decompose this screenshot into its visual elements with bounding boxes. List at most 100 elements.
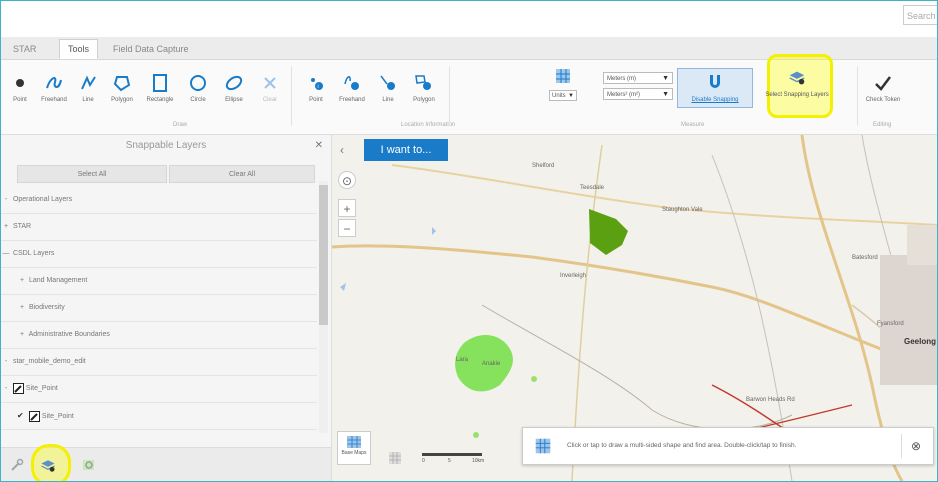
- units-label: Units: [552, 93, 566, 99]
- check-token-button[interactable]: Check Token: [863, 60, 903, 118]
- search-input[interactable]: Search: [903, 5, 937, 25]
- polygon-icon: [113, 76, 131, 92]
- layer-row[interactable]: - Site_Point: [1, 376, 317, 403]
- top-bar: Search: [1, 1, 937, 37]
- location-polygon-button[interactable]: Polygon: [407, 60, 441, 118]
- select-all-button[interactable]: Select All: [17, 165, 167, 183]
- draw-ellipse-button[interactable]: Ellipse: [217, 60, 251, 118]
- measure-units-button[interactable]: Units ▼: [545, 60, 581, 118]
- location-freehand-button[interactable]: Freehand: [335, 60, 369, 118]
- place-label: Fyansford: [877, 321, 904, 327]
- draw-clear-button[interactable]: Clear: [253, 60, 287, 118]
- checkbox-checked-icon[interactable]: ✔: [17, 403, 27, 429]
- ellipse-icon: [225, 75, 243, 91]
- location-line-button[interactable]: Line: [371, 60, 405, 118]
- toast-message: Click or tap to draw a multi-sided shape…: [567, 442, 797, 449]
- location-point-button[interactable]: i Point: [299, 60, 333, 118]
- check-token-label: Check Token: [865, 97, 901, 103]
- draw-circle-label: Circle: [190, 97, 206, 103]
- place-label: Shelford: [532, 163, 555, 169]
- location-line-label: Line: [382, 97, 394, 103]
- layer-label: STAR: [12, 223, 32, 230]
- i-want-to-button[interactable]: I want to...: [364, 139, 448, 161]
- place-label: Teesdale: [580, 185, 605, 191]
- draw-circle-button[interactable]: Circle: [181, 60, 215, 118]
- line-icon: [81, 75, 96, 90]
- location-polygon-label: Polygon: [413, 97, 435, 103]
- collapse-panel-chevron-icon[interactable]: ‹: [340, 143, 344, 157]
- layer-row[interactable]: ✔ Site_Point: [1, 403, 317, 430]
- draw-clear-label: Clear: [262, 97, 278, 103]
- layer-label: Operational Layers: [12, 196, 73, 203]
- clear-icon: [264, 77, 276, 89]
- close-icon[interactable]: ✕: [315, 140, 323, 151]
- layer-row[interactable]: + STAR: [1, 214, 317, 241]
- expand-icon: +: [19, 277, 25, 284]
- draw-point-button[interactable]: Point: [3, 60, 37, 118]
- layer-label: star_mobile_demo_edit: [12, 358, 86, 365]
- ribbon-toolbar: Point Freehand Line Polygon Rectangle Ci…: [1, 54, 937, 135]
- draw-rectangle-button[interactable]: Rectangle: [143, 60, 177, 118]
- close-circle-icon[interactable]: ⊗: [911, 428, 921, 464]
- disable-snapping-button[interactable]: Disable Snapping: [677, 68, 753, 108]
- clear-all-button[interactable]: Clear All: [169, 165, 315, 183]
- layer-row[interactable]: + Land Management: [1, 268, 317, 295]
- select-snapping-layers-button[interactable]: Select Snapping Layers: [761, 68, 833, 112]
- layer-label: CSDL Layers: [12, 250, 55, 257]
- chevron-down-icon: ▼: [568, 93, 574, 99]
- polygon-measure-icon: [535, 438, 551, 454]
- layer-row[interactable]: — CSDL Layers: [1, 241, 317, 268]
- layer-label: Land Management: [28, 277, 88, 284]
- layers-icon[interactable]: [39, 457, 57, 475]
- app-window: Search STAR Tools Field Data Capture Poi…: [0, 0, 938, 482]
- collapse-icon: —: [2, 250, 10, 257]
- location-polygon-icon: [415, 75, 431, 90]
- scale-label: 5: [448, 458, 451, 464]
- draw-freehand-button[interactable]: Freehand: [37, 60, 71, 118]
- layer-row[interactable]: - star_mobile_demo_edit: [1, 349, 317, 376]
- scale-label: 10km: [472, 458, 485, 464]
- length-unit-select[interactable]: Meters (m) ▼: [603, 72, 673, 84]
- place-label: Barwon Heads Rd: [746, 397, 795, 403]
- panel-title: Snappable Layers: [125, 140, 207, 151]
- edit-layer-icon: [12, 382, 24, 394]
- editing-group-label: Editing: [873, 122, 892, 128]
- layer-label: Site_Point: [25, 385, 58, 392]
- layer-row[interactable]: + Administrative Boundaries: [1, 322, 317, 349]
- scale-label: 0: [422, 458, 425, 464]
- point-icon: [16, 79, 24, 87]
- layer-row[interactable]: + Biodiversity: [1, 295, 317, 322]
- draw-line-button[interactable]: Line: [71, 60, 105, 118]
- magnet-icon: [710, 75, 720, 88]
- map-view[interactable]: Shelford Teesdale Inverleigh Batesford G…: [332, 135, 937, 481]
- tab-field-data-capture[interactable]: Field Data Capture: [105, 40, 197, 58]
- expand-icon: +: [19, 331, 25, 338]
- panel-bottom-toolbar: [1, 444, 331, 481]
- zoom-in-button[interactable]: +: [338, 199, 356, 217]
- zoom-out-button[interactable]: −: [338, 219, 356, 237]
- locate-icon[interactable]: ⊙: [338, 171, 356, 189]
- map-grid-icon: [389, 452, 401, 464]
- ribbon-separator: [449, 66, 450, 126]
- panel-scrollbar[interactable]: [319, 181, 328, 433]
- circle-icon: [190, 75, 206, 91]
- layer-row[interactable]: - Operational Layers: [1, 187, 317, 214]
- tab-star[interactable]: STAR: [5, 40, 44, 58]
- select-snapping-layers-label: Select Snapping Layers: [765, 92, 829, 98]
- draw-freehand-label: Freehand: [41, 97, 67, 103]
- collapse-icon: -: [4, 385, 8, 392]
- draw-point-label: Point: [13, 97, 27, 103]
- location-group-label: Location Information: [401, 122, 456, 128]
- draw-polygon-button[interactable]: Polygon: [105, 60, 139, 118]
- ruler-grid-icon: [556, 69, 570, 83]
- tools-icon[interactable]: [9, 458, 25, 474]
- edit-layer-icon: [28, 410, 40, 422]
- base-maps-button[interactable]: Base Maps: [337, 431, 371, 465]
- area-unit-select[interactable]: Meters² (m²) ▼: [603, 88, 673, 100]
- scrollbar-thumb[interactable]: [319, 185, 328, 325]
- place-label: Geelong: [904, 337, 937, 346]
- tab-tools[interactable]: Tools: [59, 39, 99, 59]
- collapse-icon: -: [4, 358, 8, 365]
- place-label: Staughton Vale: [662, 207, 703, 213]
- search-layer-icon[interactable]: [81, 457, 97, 473]
